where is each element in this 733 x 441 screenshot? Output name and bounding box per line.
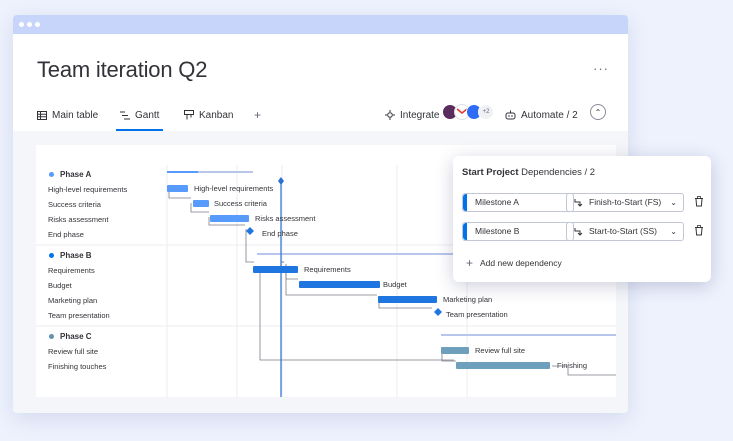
plus-icon: + bbox=[466, 256, 474, 270]
popup-title: Start Project Dependencies / 2 bbox=[462, 167, 595, 178]
popup-title-count: Dependencies / 2 bbox=[518, 167, 596, 178]
delete-dependency-icon[interactable] bbox=[694, 196, 704, 207]
automate-button[interactable]: Automate / 2 bbox=[505, 105, 578, 125]
integrate-button[interactable]: Integrate bbox=[385, 105, 439, 125]
more-options-button[interactable]: ··· bbox=[593, 61, 609, 76]
tab-gantt[interactable]: Gantt bbox=[115, 105, 164, 131]
board-title[interactable]: Team iteration Q2 bbox=[37, 57, 207, 83]
delete-dependency-icon[interactable] bbox=[694, 225, 704, 236]
dependency-type-select[interactable]: Start-to-Start (SS) ⌄ bbox=[566, 222, 684, 241]
gantt-icon bbox=[120, 111, 130, 119]
dependency-type-value: Start-to-Start (SS) bbox=[589, 226, 658, 236]
add-view-button[interactable]: + bbox=[254, 105, 261, 125]
window-dot bbox=[27, 22, 32, 27]
window-titlebar bbox=[13, 15, 628, 34]
window-dot bbox=[19, 22, 24, 27]
automate-label: Automate / 2 bbox=[521, 109, 578, 121]
window-dot bbox=[35, 22, 40, 27]
dependency-type-icon bbox=[574, 228, 583, 236]
chevron-up-icon: ⌃ bbox=[594, 107, 602, 117]
tab-label: Main table bbox=[52, 109, 99, 121]
kanban-icon bbox=[184, 110, 194, 120]
add-dependency-button[interactable]: + Add new dependency bbox=[466, 256, 562, 270]
popup-title-item: Start Project bbox=[462, 167, 519, 178]
tab-label: Gantt bbox=[135, 109, 160, 121]
dependency-milestone-field[interactable]: Milestone B bbox=[462, 222, 574, 241]
chevron-down-icon: ⌄ bbox=[670, 227, 677, 236]
dependency-type-value: Finish-to-Start (FS) bbox=[589, 197, 662, 207]
add-dependency-label: Add new dependency bbox=[480, 258, 562, 268]
chevron-down-icon: ⌄ bbox=[670, 198, 677, 207]
dependency-type-select[interactable]: Finish-to-Start (FS) ⌄ bbox=[566, 193, 684, 212]
table-icon bbox=[37, 110, 47, 120]
dependencies-popup: Start Project Dependencies / 2 Milestone… bbox=[453, 156, 711, 282]
dependency-type-icon bbox=[574, 199, 583, 207]
integrate-icon bbox=[385, 110, 395, 120]
more-integrations-badge[interactable]: +2 bbox=[478, 104, 494, 120]
dependency-milestone-field[interactable]: Milestone A bbox=[462, 193, 574, 212]
robot-icon bbox=[505, 110, 516, 120]
integrate-label: Integrate bbox=[400, 109, 440, 121]
tab-kanban[interactable]: Kanban bbox=[184, 105, 233, 125]
tab-main-table[interactable]: Main table bbox=[37, 105, 98, 125]
collapse-header-button[interactable]: ⌃ bbox=[590, 104, 606, 120]
tab-label: Kanban bbox=[199, 109, 234, 121]
